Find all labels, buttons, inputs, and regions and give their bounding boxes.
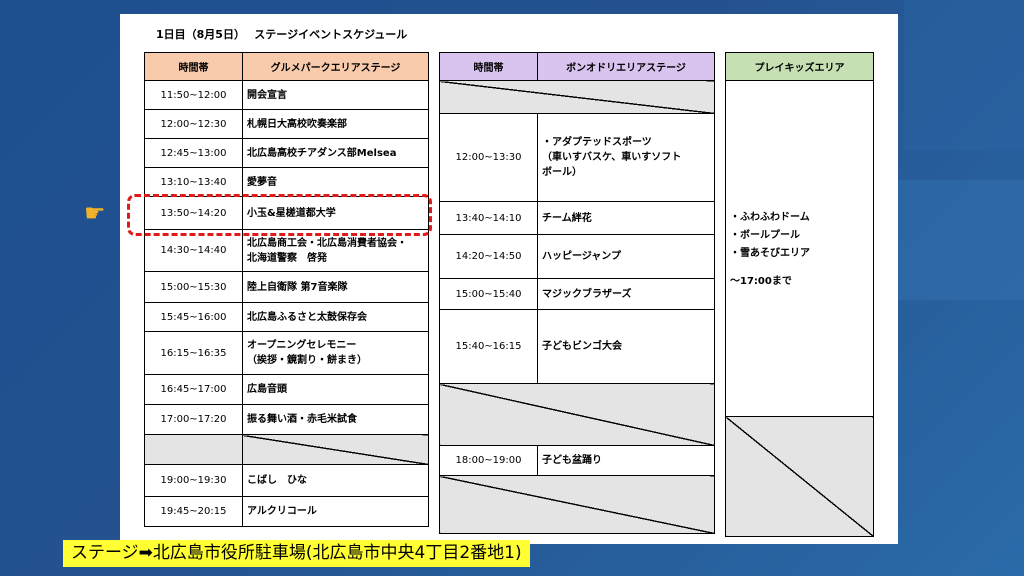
playkids-content-cell: ・ふわふわドーム ・ボールプール ・雪あそびエリア ～17:00まで: [725, 80, 874, 417]
table-row: 15:00~15:40 マジックブラザーズ: [439, 278, 715, 310]
col-header-time: 時間帯: [144, 52, 243, 81]
time-cell: 17:00~17:20: [144, 404, 243, 435]
event-cell: ハッピージャンプ: [537, 234, 715, 279]
event-cell: 愛夢音: [242, 167, 429, 197]
empty-cell: [439, 475, 715, 534]
table-row: 11:50~12:00 開会宣言: [144, 80, 429, 110]
playkids-area-table: プレイキッズエリア ・ふわふわドーム ・ボールプール ・雪あそびエリア ～17:0…: [725, 52, 874, 537]
event-cell: こばし ひな: [242, 464, 429, 497]
table-row: 15:00~15:30 陸上自衛隊 第7音楽隊: [144, 271, 429, 303]
empty-cell: [242, 434, 429, 465]
time-cell: 14:20~14:50: [439, 234, 538, 279]
table-row-empty: [439, 383, 715, 446]
table-row: 16:45~17:00 広島音頭: [144, 374, 429, 405]
empty-cell: [439, 80, 715, 114]
event-cell: 陸上自衛隊 第7音楽隊: [242, 271, 429, 303]
table-row-empty: [439, 80, 715, 114]
col-header-time: 時間帯: [439, 52, 538, 81]
time-cell: 19:00~19:30: [144, 464, 243, 497]
table-row: 13:40~14:10 チーム絆花: [439, 201, 715, 235]
playkids-items: ・ふわふわドーム ・ボールプール ・雪あそびエリア: [730, 212, 810, 259]
background-panel: [904, 0, 1024, 150]
bonodori-stage-table: 時間帯 ボンオドリエリアステージ 12:00~13:30 ・アダプテッドスポーツ…: [439, 52, 715, 534]
event-cell: 子ども盆踊り: [537, 445, 715, 476]
table-row-empty: [144, 434, 429, 465]
time-cell: 15:45~16:00: [144, 302, 243, 332]
event-cell: 開会宣言: [242, 80, 429, 110]
table-header-row: プレイキッズエリア: [725, 52, 874, 81]
time-cell: 12:00~13:30: [439, 113, 538, 202]
table-row: 15:45~16:00 北広島ふるさと太鼓保存会: [144, 302, 429, 332]
time-cell: 15:00~15:30: [144, 271, 243, 303]
event-cell: 広島音頭: [242, 374, 429, 405]
table-row-empty: [725, 416, 874, 537]
table-row: 15:40~16:15 子どもビンゴ大会: [439, 309, 715, 384]
time-cell: 16:45~17:00: [144, 374, 243, 405]
table-row: 19:45~20:15 アルクリコール: [144, 496, 429, 527]
event-cell: 振る舞い酒・赤毛米試食: [242, 404, 429, 435]
time-cell: 18:00~19:00: [439, 445, 538, 476]
event-cell: アルクリコール: [242, 496, 429, 527]
time-cell: 13:40~14:10: [439, 201, 538, 235]
event-cell: マジックブラザーズ: [537, 278, 715, 310]
time-cell: 19:45~20:15: [144, 496, 243, 527]
table-row: ・ふわふわドーム ・ボールプール ・雪あそびエリア ～17:00まで: [725, 80, 874, 417]
pointing-hand-icon: ☛: [84, 199, 106, 227]
document-title: 1日目（8月5日） ステージイベントスケジュール: [156, 28, 408, 41]
time-cell: 12:00~12:30: [144, 109, 243, 139]
table-row-empty: [439, 475, 715, 534]
empty-cell: [144, 434, 243, 465]
empty-cell: [439, 383, 715, 446]
table-row: 18:00~19:00 子ども盆踊り: [439, 445, 715, 476]
event-cell: 子どもビンゴ大会: [537, 309, 715, 384]
col-header-stage: ボンオドリエリアステージ: [537, 52, 715, 81]
time-cell: 12:45~13:00: [144, 138, 243, 168]
event-cell: ・アダプテッドスポーツ （車いすバスケ、車いすソフト ボール）: [537, 113, 715, 202]
table-row: 12:00~13:30 ・アダプテッドスポーツ （車いすバスケ、車いすソフト ボ…: [439, 113, 715, 202]
schedule-document: 1日目（8月5日） ステージイベントスケジュール 時間帯 グルメパークエリアステ…: [120, 14, 898, 544]
event-cell: 札幌日大高校吹奏楽部: [242, 109, 429, 139]
time-cell: 11:50~12:00: [144, 80, 243, 110]
gourmet-stage-table: 時間帯 グルメパークエリアステージ 11:50~12:00 開会宣言 12:00…: [144, 52, 429, 527]
highlight-dashed-box: [127, 194, 432, 236]
table-row: 16:15~16:35 オープニングセレモニー （挨拶・鏡割り・餅まき）: [144, 331, 429, 375]
col-header-area: プレイキッズエリア: [725, 52, 874, 81]
table-row: 14:20~14:50 ハッピージャンプ: [439, 234, 715, 279]
table-row: 17:00~17:20 振る舞い酒・赤毛米試食: [144, 404, 429, 435]
event-cell: オープニングセレモニー （挨拶・鏡割り・餅まき）: [242, 331, 429, 375]
time-cell: 16:15~16:35: [144, 331, 243, 375]
table-row: 12:45~13:00 北広島高校チアダンス部Melsea: [144, 138, 429, 168]
playkids-time-note: ～17:00まで: [730, 276, 792, 287]
table-row: 12:00~12:30 札幌日大高校吹奏楽部: [144, 109, 429, 139]
table-row: 13:10~13:40 愛夢音: [144, 167, 429, 197]
event-cell: 北広島高校チアダンス部Melsea: [242, 138, 429, 168]
col-header-stage: グルメパークエリアステージ: [242, 52, 429, 81]
event-cell: 北広島ふるさと太鼓保存会: [242, 302, 429, 332]
table-header-row: 時間帯 ボンオドリエリアステージ: [439, 52, 715, 81]
table-header-row: 時間帯 グルメパークエリアステージ: [144, 52, 429, 81]
time-cell: 15:00~15:40: [439, 278, 538, 310]
time-cell: 15:40~16:15: [439, 309, 538, 384]
time-cell: 13:10~13:40: [144, 167, 243, 197]
event-cell: チーム絆花: [537, 201, 715, 235]
table-row: 19:00~19:30 こばし ひな: [144, 464, 429, 497]
venue-caption: ステージ➡北広島市役所駐車場(北広島市中央4丁目2番地1): [63, 540, 530, 567]
empty-cell: [725, 416, 874, 537]
